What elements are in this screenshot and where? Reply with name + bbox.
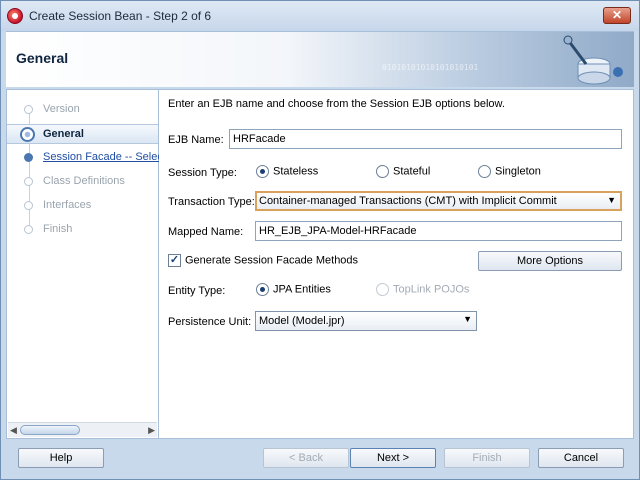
toplink-pojos-radio[interactable]: TopLink POJOs bbox=[376, 283, 469, 296]
step-label: Class Definitions bbox=[43, 175, 125, 187]
finish-button[interactable]: Finish bbox=[444, 448, 530, 468]
radio-selected-icon bbox=[256, 283, 269, 296]
radio-label: Stateless bbox=[273, 165, 319, 178]
step-label: Version bbox=[43, 103, 80, 115]
step-label: Session Facade -- Select bbox=[43, 151, 166, 163]
wizard-header: General 01010101010101010101 bbox=[6, 31, 634, 87]
radio-label: Stateful bbox=[393, 165, 431, 178]
title-bar: Create Session Bean - Step 2 of 6 ✕ bbox=[1, 1, 639, 31]
step-interfaces[interactable]: Interfaces bbox=[7, 196, 158, 216]
radio-label: Singleton bbox=[495, 165, 541, 178]
mapped-name-value: HR_EJB_JPA-Model-HRFacade bbox=[259, 225, 417, 237]
window-title: Create Session Bean - Step 2 of 6 bbox=[29, 9, 212, 23]
generate-facade-checkbox[interactable]: ✓ Generate Session Facade Methods bbox=[168, 254, 358, 267]
radio-empty-icon bbox=[376, 165, 389, 178]
close-button[interactable]: ✕ bbox=[603, 7, 631, 24]
session-type-label: Session Type: bbox=[168, 167, 237, 179]
ejb-name-label: EJB Name: bbox=[168, 134, 224, 146]
close-icon: ✕ bbox=[611, 8, 623, 22]
step-version[interactable]: Version bbox=[7, 100, 158, 120]
radio-empty-icon bbox=[376, 283, 389, 296]
step-node-icon bbox=[24, 201, 33, 210]
next-button[interactable]: Next > bbox=[350, 448, 436, 468]
page-title: General bbox=[16, 50, 69, 66]
step-class-definitions[interactable]: Class Definitions bbox=[7, 172, 158, 192]
scrollbar-thumb[interactable] bbox=[20, 425, 80, 435]
step-node-icon bbox=[24, 225, 33, 234]
dropdown-arrow-icon: ▼ bbox=[607, 195, 616, 205]
header-binary-text: 01010101010101010101 bbox=[382, 63, 479, 72]
persistence-unit-value: Model (Model.jpr) bbox=[259, 315, 345, 327]
ejb-name-input[interactable]: HRFacade bbox=[229, 129, 622, 149]
checkbox-checked-icon: ✓ bbox=[168, 254, 181, 267]
steps-navigation-panel: Version General Session Facade -- Select… bbox=[6, 89, 166, 439]
cancel-button[interactable]: Cancel bbox=[538, 448, 624, 468]
transaction-type-value: Container-managed Transactions (CMT) wit… bbox=[259, 195, 557, 207]
radio-label: TopLink POJOs bbox=[393, 283, 470, 296]
radio-selected-icon bbox=[256, 165, 269, 178]
transaction-type-select[interactable]: Container-managed Transactions (CMT) wit… bbox=[255, 191, 622, 211]
mapped-name-input[interactable]: HR_EJB_JPA-Model-HRFacade bbox=[255, 221, 622, 241]
persistence-unit-label: Persistence Unit: bbox=[168, 316, 252, 328]
step-label: Interfaces bbox=[43, 199, 92, 211]
back-button[interactable]: < Back bbox=[263, 448, 349, 468]
stateless-radio[interactable]: Stateless bbox=[256, 165, 318, 178]
step-general[interactable]: General bbox=[7, 124, 158, 144]
transaction-type-label: Transaction Type: bbox=[168, 196, 255, 208]
instructions-text: Enter an EJB name and choose from the Se… bbox=[168, 98, 505, 110]
step-session-facade[interactable]: Session Facade -- Select bbox=[7, 148, 166, 168]
jpa-entities-radio[interactable]: JPA Entities bbox=[256, 283, 331, 296]
step-label: General bbox=[43, 128, 84, 140]
checkbox-label: Generate Session Facade Methods bbox=[185, 254, 359, 267]
step-node-icon bbox=[24, 153, 33, 162]
step-label: Finish bbox=[43, 223, 73, 235]
dialog-window: Create Session Bean - Step 2 of 6 ✕ Gene… bbox=[0, 0, 640, 480]
persistence-unit-select[interactable]: Model (Model.jpr) ▼ bbox=[255, 311, 477, 331]
header-decoration-graphic: 01010101010101010101 bbox=[382, 35, 623, 85]
ejb-name-value: HRFacade bbox=[233, 133, 286, 145]
entity-type-label: Entity Type: bbox=[168, 285, 226, 297]
horizontal-scrollbar[interactable]: ◀ ▶ bbox=[8, 422, 157, 437]
radio-label: JPA Entities bbox=[273, 283, 331, 296]
step-node-icon bbox=[24, 105, 33, 114]
stateful-radio[interactable]: Stateful bbox=[376, 165, 430, 178]
oracle-app-icon bbox=[7, 8, 23, 24]
radio-empty-icon bbox=[478, 165, 491, 178]
scroll-right-icon[interactable]: ▶ bbox=[148, 425, 155, 436]
step-node-icon bbox=[24, 177, 33, 186]
dropdown-arrow-icon: ▼ bbox=[463, 314, 472, 324]
scroll-left-icon[interactable]: ◀ bbox=[10, 425, 17, 436]
singleton-radio[interactable]: Singleton bbox=[478, 165, 541, 178]
mapped-name-label: Mapped Name: bbox=[168, 226, 244, 238]
current-step-icon bbox=[20, 127, 35, 142]
step-finish[interactable]: Finish bbox=[7, 220, 158, 240]
help-button[interactable]: Help bbox=[18, 448, 104, 468]
more-options-button[interactable]: More Options bbox=[478, 251, 622, 271]
